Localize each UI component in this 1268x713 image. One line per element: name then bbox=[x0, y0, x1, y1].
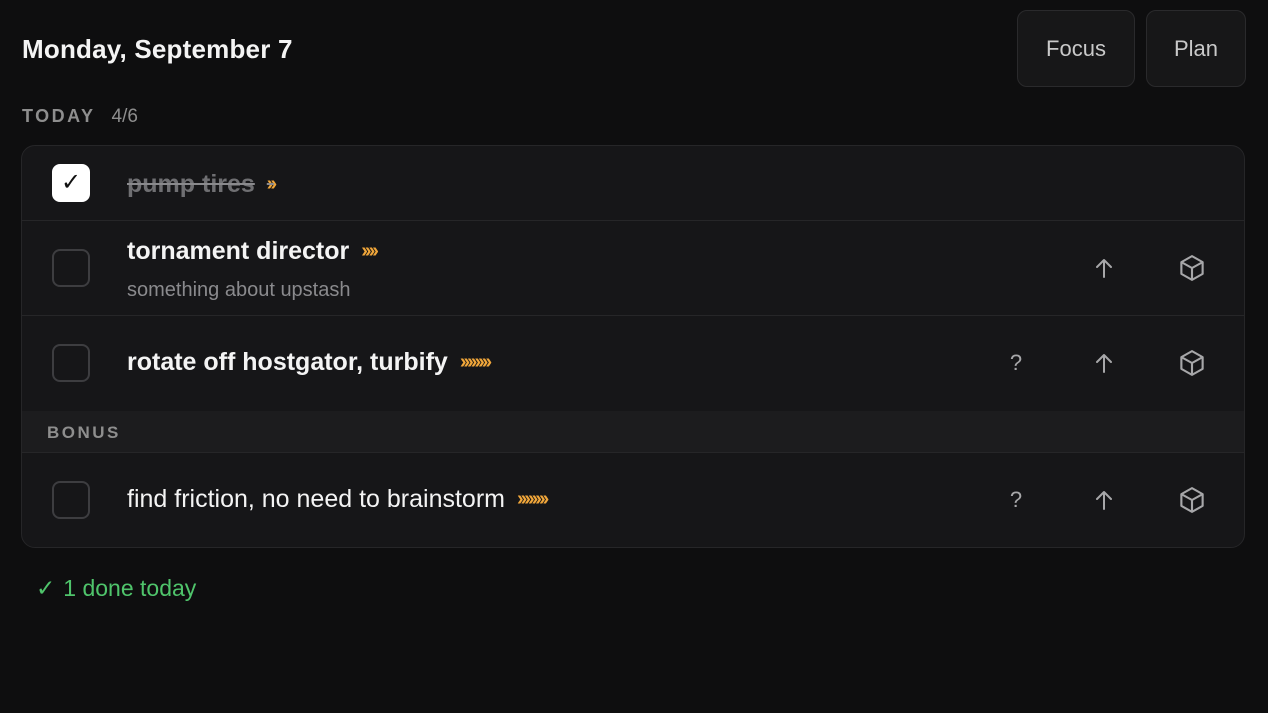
section-label: TODAY bbox=[22, 106, 96, 126]
cube-icon bbox=[1180, 350, 1204, 376]
done-today-summary: ✓ 1 done today bbox=[36, 575, 196, 602]
cube-icon bbox=[1180, 255, 1204, 281]
move-up-button[interactable] bbox=[1086, 345, 1122, 381]
task-row[interactable]: rotate off hostgator, turbify ›››››››› ? bbox=[22, 316, 1244, 411]
move-up-button[interactable] bbox=[1086, 482, 1122, 518]
task-checkbox[interactable] bbox=[52, 344, 90, 382]
today-section-header: TODAY 4/6 bbox=[22, 106, 138, 128]
archive-button[interactable] bbox=[1174, 482, 1210, 518]
arrow-up-icon bbox=[1096, 491, 1112, 510]
header: Monday, September 7 Focus Plan bbox=[22, 0, 1246, 100]
done-count-text: 1 done today bbox=[63, 575, 197, 601]
progress-count: 4/6 bbox=[111, 106, 138, 127]
plan-button[interactable]: Plan bbox=[1146, 10, 1246, 87]
section-label: BONUS bbox=[47, 423, 121, 442]
bonus-section-header: BONUS bbox=[22, 411, 1244, 453]
archive-button[interactable] bbox=[1174, 250, 1210, 286]
task-checkbox[interactable] bbox=[52, 249, 90, 287]
today-page: Monday, September 7 Focus Plan TODAY 4/6… bbox=[0, 0, 1268, 713]
task-row[interactable]: find friction, no need to brainstorm ›››… bbox=[22, 453, 1244, 547]
priority-chevrons: ›››››››› bbox=[516, 488, 549, 510]
task-row[interactable]: tornament director ›››› something about … bbox=[22, 221, 1244, 316]
priority-chevrons: ›› bbox=[266, 173, 277, 195]
priority-chevrons: ›››› bbox=[361, 240, 379, 262]
task-title-text: rotate off hostgator, turbify bbox=[127, 348, 448, 376]
task-title[interactable]: tornament director ›››› bbox=[127, 237, 379, 266]
question-button[interactable]: ? bbox=[998, 482, 1034, 518]
question-icon: ? bbox=[1009, 487, 1023, 512]
arrow-up-icon bbox=[1096, 354, 1112, 373]
task-subtitle: something about upstash bbox=[127, 279, 351, 301]
arrow-up-icon bbox=[1096, 259, 1112, 278]
page-title: Monday, September 7 bbox=[22, 34, 293, 64]
focus-button[interactable]: Focus bbox=[1017, 10, 1135, 87]
task-title[interactable]: find friction, no need to brainstorm ›››… bbox=[127, 485, 549, 514]
task-title-text: tornament director bbox=[127, 237, 350, 265]
task-checkbox[interactable] bbox=[52, 481, 90, 519]
task-title[interactable]: rotate off hostgator, turbify ›››››››› bbox=[127, 348, 492, 377]
task-title-text: find friction, no need to brainstorm bbox=[127, 485, 505, 513]
task-row[interactable]: ✓ pump tires ›› bbox=[22, 146, 1244, 221]
task-list: ✓ pump tires ›› tornament director ›››› … bbox=[21, 145, 1245, 548]
question-button[interactable]: ? bbox=[998, 345, 1034, 381]
task-title[interactable]: pump tires ›› bbox=[127, 170, 277, 199]
priority-chevrons: ›››››››› bbox=[459, 351, 492, 373]
checkmark-icon: ✓ bbox=[36, 575, 56, 601]
question-icon: ? bbox=[1009, 350, 1023, 375]
cube-icon bbox=[1180, 487, 1204, 513]
checkmark-icon: ✓ bbox=[60, 169, 82, 196]
archive-button[interactable] bbox=[1174, 345, 1210, 381]
task-title-text: pump tires bbox=[127, 170, 255, 198]
move-up-button[interactable] bbox=[1086, 250, 1122, 286]
task-checkbox-checked[interactable]: ✓ bbox=[52, 164, 90, 202]
